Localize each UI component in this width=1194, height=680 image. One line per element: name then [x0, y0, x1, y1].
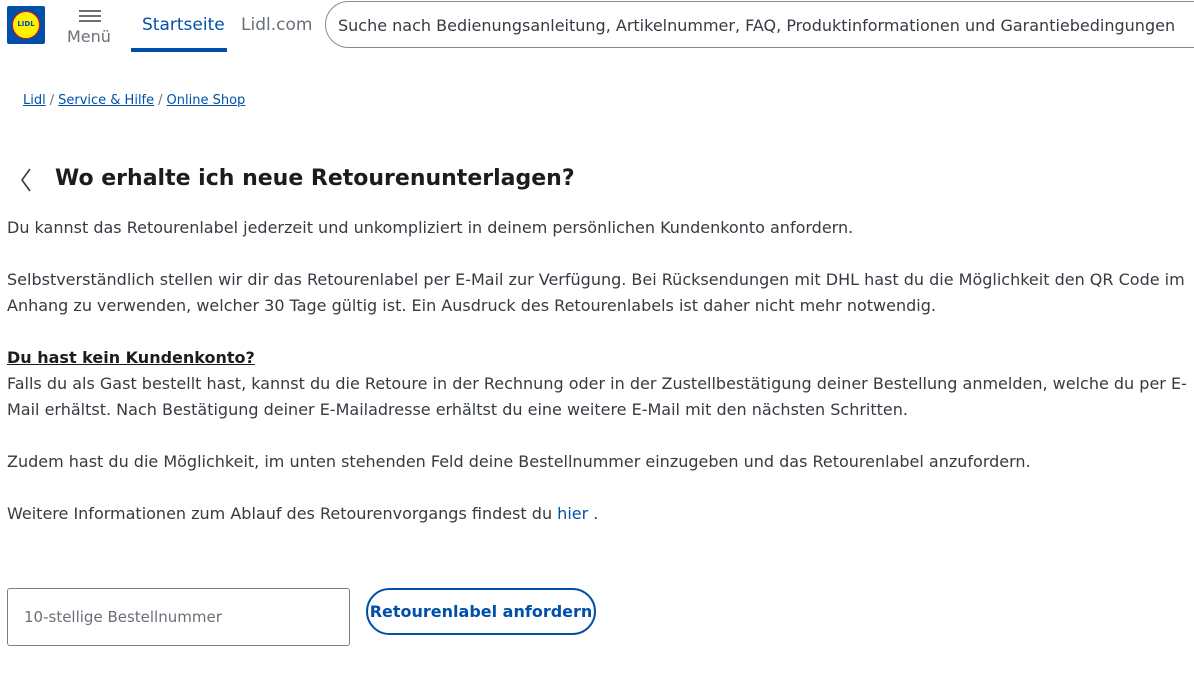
lidl-logo-text: LIDL	[17, 20, 35, 28]
paragraph-weitere-infos: Weitere Informationen zum Ablauf des Ret…	[7, 501, 1192, 527]
weitere-infos-period: .	[593, 504, 599, 523]
lidl-logo-badge: LIDL	[12, 11, 40, 39]
weitere-infos-text: Weitere Informationen zum Ablauf des Ret…	[7, 504, 553, 523]
hamburger-icon	[79, 10, 101, 22]
paragraph-kundenkonto: Du kannst das Retourenlabel jederzeit un…	[7, 218, 854, 237]
breadcrumb-separator: /	[158, 93, 163, 108]
paragraph-gast-text: Falls du als Gast bestellt hast, kannst …	[7, 374, 1187, 419]
breadcrumb-lidl[interactable]: Lidl	[23, 93, 46, 108]
lidl-logo[interactable]: LIDL	[7, 6, 45, 44]
nav-link-lidl-com[interactable]: Lidl.com	[241, 15, 312, 35]
request-return-label-button[interactable]: Retourenlabel anfordern	[366, 588, 596, 635]
back-chevron-icon[interactable]	[16, 166, 38, 194]
order-number-input[interactable]	[7, 588, 350, 646]
page-title: Wo erhalte ich neue Retourenunterlagen?	[55, 166, 575, 191]
question-heading: Du hast kein Kundenkonto?	[7, 348, 255, 367]
faq-answer: Du kannst das Retourenlabel jederzeit un…	[7, 215, 1192, 553]
nav-active-indicator	[131, 48, 227, 52]
site-header: LIDL Menü Startseite Lidl.com Suche nach…	[0, 0, 1194, 52]
menu-label: Menü	[67, 27, 111, 46]
breadcrumb-separator: /	[49, 93, 55, 108]
nav-link-startseite[interactable]: Startseite	[142, 15, 225, 35]
breadcrumb: Lidl / Service & Hilfe / Online Shop	[23, 93, 245, 108]
hier-link[interactable]: hier	[557, 504, 588, 523]
paragraph-bestellnummer: Zudem hast du die Möglichkeit, im unten …	[7, 452, 1031, 471]
paragraph-gast: Du hast kein Kundenkonto? Falls du als G…	[7, 345, 1192, 423]
menu-button[interactable]: Menü	[66, 8, 116, 48]
breadcrumb-online-shop[interactable]: Online Shop	[167, 93, 246, 108]
search-input-text[interactable]: Suche nach Bedienungsanleitung, Artikeln…	[338, 16, 1175, 35]
breadcrumb-service-hilfe[interactable]: Service & Hilfe	[58, 93, 154, 108]
paragraph-email-label: Selbstverständlich stellen wir dir das R…	[7, 270, 1185, 315]
search-field[interactable]: Suche nach Bedienungsanleitung, Artikeln…	[325, 1, 1194, 48]
